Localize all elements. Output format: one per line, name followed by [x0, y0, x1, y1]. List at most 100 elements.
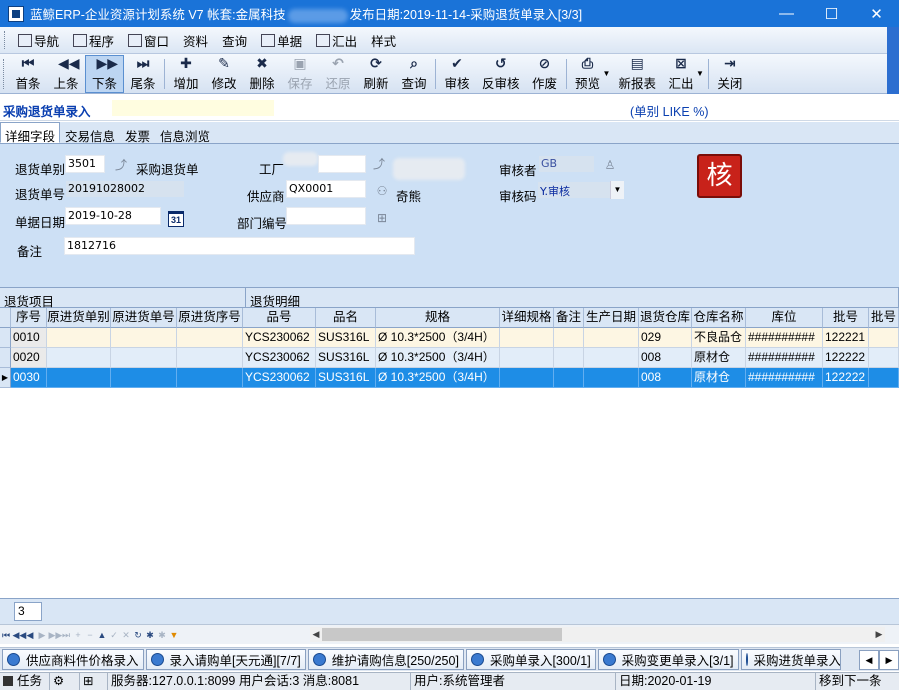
last-record-button[interactable]: ⏭ 尾条 — [124, 55, 162, 93]
menu-grip[interactable] — [4, 31, 7, 49]
col-header-src-type[interactable]: 原进货单别 — [47, 308, 111, 328]
restore-button[interactable]: ↶ 还原 — [319, 55, 357, 93]
nav-next-page-icon[interactable]: ▶▶ — [49, 628, 63, 642]
cell-item-name[interactable]: SUS316L — [316, 368, 376, 388]
cell-batch[interactable]: 122222 — [823, 348, 869, 368]
cell-prod-date[interactable] — [584, 368, 639, 388]
cell-prod-date[interactable] — [584, 328, 639, 348]
col-header-location[interactable]: 库位 — [746, 308, 823, 328]
menu-style[interactable]: 样式 — [364, 29, 403, 51]
add-button[interactable]: ✚ 增加 — [167, 55, 205, 93]
nav-post-icon[interactable]: ✓ — [109, 628, 120, 642]
cell-warehouse-name[interactable]: 不良品仓 — [692, 328, 746, 348]
nav-cancel-icon[interactable]: ✕ — [121, 628, 132, 642]
col-header-batch[interactable]: 批号 — [823, 308, 869, 328]
maximize-button[interactable]: ☐ — [809, 0, 854, 27]
cell-warehouse[interactable]: 008 — [639, 368, 692, 388]
cell-item-no[interactable]: YCS230062 — [243, 328, 316, 348]
supplier-field[interactable]: QX0001 — [286, 180, 366, 198]
cell-batch[interactable]: 122222 — [823, 368, 869, 388]
link-icon[interactable]: ⤴ — [372, 157, 386, 171]
cell-src-no[interactable] — [111, 368, 177, 388]
menu-export[interactable]: 汇出 — [309, 29, 364, 51]
delete-button[interactable]: ✖ 删除 — [243, 55, 281, 93]
export-dropdown-icon[interactable]: ▼ — [696, 69, 704, 78]
cell-src-seq[interactable] — [177, 348, 243, 368]
col-header-warehouse[interactable]: 退货仓库 — [639, 308, 692, 328]
cell-batch-2[interactable] — [869, 328, 899, 348]
cell-item-name[interactable]: SUS316L — [316, 328, 376, 348]
doc-date-field[interactable]: 2019-10-28 — [65, 207, 161, 225]
org-icon[interactable]: ⊞ — [375, 211, 389, 225]
minimize-button[interactable]: — — [764, 0, 809, 27]
person-icon[interactable]: ♙ — [603, 158, 617, 172]
col-header-item-name[interactable]: 品名 — [316, 308, 376, 328]
nav-filter-icon[interactable]: ▼ — [169, 628, 180, 642]
col-header-src-seq[interactable]: 原进货序号 — [177, 308, 243, 328]
current-row-indicator[interactable]: ▶ — [0, 368, 11, 388]
cell-src-no[interactable] — [111, 348, 177, 368]
cell-seq[interactable]: 0010 — [11, 328, 47, 348]
menu-document[interactable]: 单据 — [254, 29, 309, 51]
cell-item-no[interactable]: YCS230062 — [243, 348, 316, 368]
query-button[interactable]: ⌕ 查询 — [395, 55, 433, 93]
col-header-remark[interactable]: 备注 — [554, 308, 584, 328]
task-tab-supplier-price[interactable]: 供应商料件价格录入 — [2, 649, 144, 670]
col-header-prod-date[interactable]: 生产日期 — [584, 308, 639, 328]
doc-type-field[interactable]: 3501 — [65, 155, 105, 173]
people-icon[interactable]: ⚇ — [375, 184, 389, 198]
scrollbar-thumb[interactable] — [322, 628, 562, 641]
nav-edit-icon[interactable]: ▲ — [97, 628, 108, 642]
nav-prev-icon[interactable]: ◀ — [25, 628, 36, 642]
approve-button[interactable]: ✔ 审核 — [438, 55, 476, 93]
next-record-button[interactable]: ▶▶ 下条 — [85, 54, 125, 93]
first-record-button[interactable]: ⏮ 首条 — [9, 55, 47, 93]
cell-detail-spec[interactable] — [500, 368, 554, 388]
toolbar-grip[interactable] — [3, 58, 6, 89]
cell-batch[interactable]: 122221 — [823, 328, 869, 348]
cell-spec[interactable]: Ø 10.3*2500（3/4H） — [376, 328, 500, 348]
status-task[interactable]: 任务 — [0, 673, 50, 690]
cell-remark[interactable] — [554, 368, 584, 388]
nav-delete-icon[interactable]: − — [85, 628, 96, 642]
cell-warehouse[interactable]: 029 — [639, 328, 692, 348]
edit-button[interactable]: ✎ 修改 — [205, 55, 243, 93]
nav-insert-icon[interactable]: + — [73, 628, 84, 642]
task-tab-purchase-request[interactable]: 录入请购单[天元通][7/7] — [145, 649, 306, 670]
cell-spec[interactable]: Ø 10.3*2500（3/4H） — [376, 368, 500, 388]
cell-warehouse[interactable]: 008 — [639, 348, 692, 368]
menu-nav[interactable]: 导航 — [11, 29, 66, 51]
menu-query[interactable]: 查询 — [215, 29, 254, 51]
cell-src-no[interactable] — [111, 328, 177, 348]
tab-info-browse[interactable]: 信息浏览 — [155, 122, 215, 144]
cell-src-type[interactable] — [47, 368, 111, 388]
cell-batch-2[interactable] — [869, 348, 899, 368]
link-icon[interactable]: ⤴ — [114, 158, 128, 172]
tab-detail-fields[interactable]: 详细字段 — [0, 122, 61, 144]
col-header-src-no[interactable]: 原进货单号 — [111, 308, 177, 328]
nav-first-icon[interactable]: ⏮ — [1, 628, 12, 642]
toolbar-overflow-button[interactable] — [887, 54, 899, 94]
void-button[interactable]: ⊘ 作废 — [526, 55, 564, 93]
prev-record-button[interactable]: ◀◀ 上条 — [47, 55, 85, 93]
cell-spec[interactable]: Ø 10.3*2500（3/4H） — [376, 348, 500, 368]
cell-remark[interactable] — [554, 348, 584, 368]
chevron-down-icon[interactable]: ▼ — [610, 181, 624, 199]
task-tab-purchase-change[interactable]: 采购变更单录入[3/1] — [597, 649, 739, 670]
refresh-button[interactable]: ⟳ 刷新 — [357, 55, 395, 93]
task-tab-maintain-request[interactable]: 维护请购信息[250/250] — [307, 649, 464, 670]
scroll-left-icon[interactable]: ◀ — [310, 627, 322, 642]
row-indicator[interactable] — [0, 328, 11, 348]
menu-overflow-button[interactable] — [887, 27, 899, 54]
nav-last-icon[interactable]: ⏭ — [61, 628, 72, 642]
nav-goto-bookmark-icon[interactable]: ✱ — [157, 628, 168, 642]
cell-item-no[interactable]: YCS230062 — [243, 368, 316, 388]
doc-no-field[interactable]: 20191028002 — [65, 180, 185, 198]
menu-data[interactable]: 资料 — [176, 29, 215, 51]
col-header-spec[interactable]: 规格 — [376, 308, 500, 328]
cell-warehouse-name[interactable]: 原材仓 — [692, 348, 746, 368]
cell-prod-date[interactable] — [584, 348, 639, 368]
row-indicator[interactable] — [0, 348, 11, 368]
close-window-button[interactable]: ✕ — [854, 0, 899, 27]
menu-window[interactable]: 窗口 — [121, 29, 176, 51]
